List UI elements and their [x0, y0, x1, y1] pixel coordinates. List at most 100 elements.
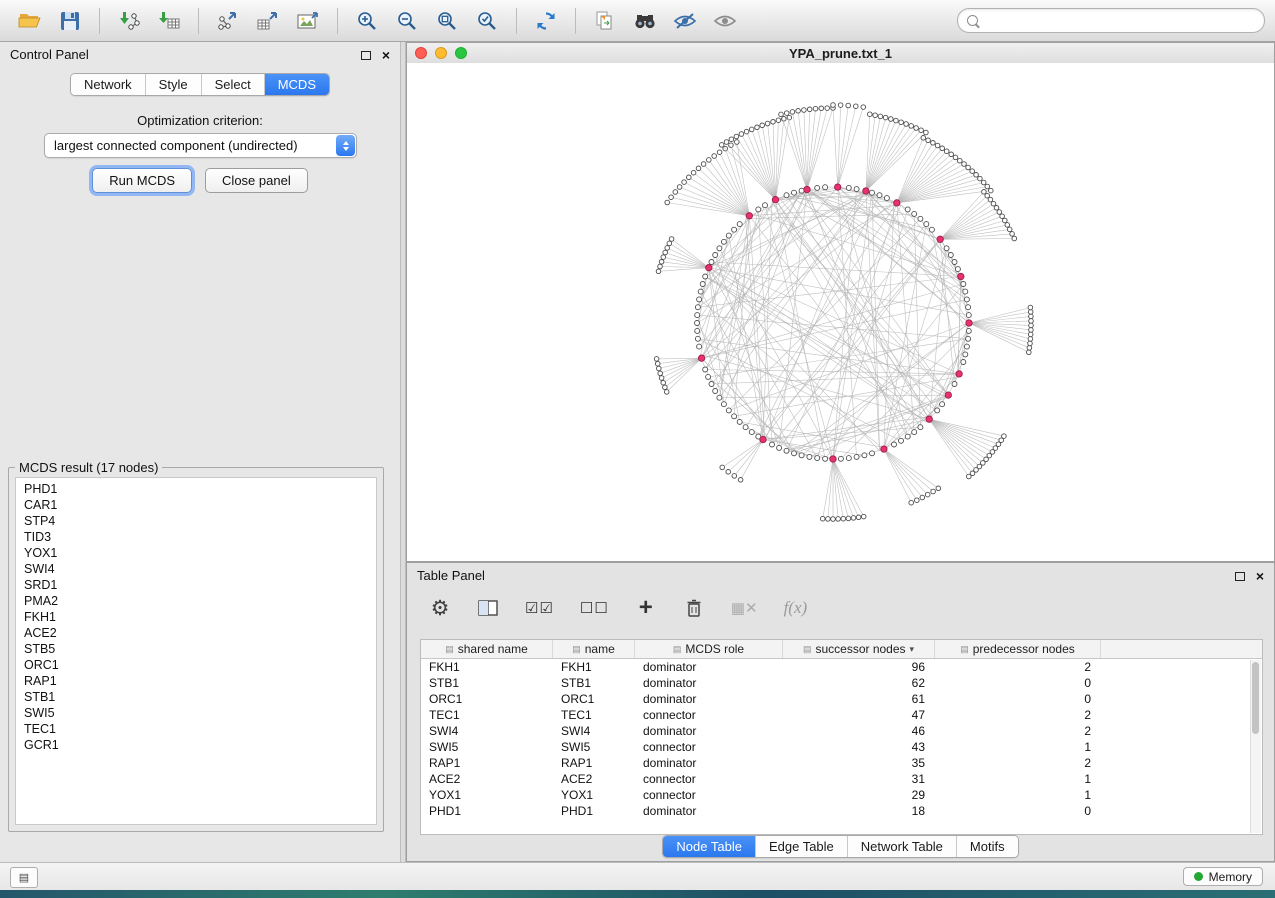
select-all-rows-icon[interactable]: ☑☑ — [525, 595, 554, 621]
import-network-from-file-icon[interactable] — [111, 6, 147, 36]
result-node[interactable]: SWI5 — [16, 705, 376, 721]
search-field[interactable] — [957, 8, 1265, 33]
result-node[interactable]: PHD1 — [16, 481, 376, 497]
optimization-criterion-label: Optimization criterion: — [0, 113, 400, 128]
result-node[interactable]: STP4 — [16, 513, 376, 529]
column-label: successor nodes — [815, 642, 905, 656]
minimize-window-icon[interactable] — [435, 47, 447, 59]
search-input[interactable] — [985, 12, 1255, 29]
save-session-icon[interactable] — [52, 6, 88, 36]
copy-document-icon[interactable] — [587, 6, 623, 36]
zoom-out-icon[interactable] — [389, 6, 425, 36]
result-node[interactable]: PMA2 — [16, 593, 376, 609]
table-row[interactable]: TEC1TEC1connector472 — [421, 707, 1262, 723]
tab-select[interactable]: Select — [201, 74, 264, 95]
result-node[interactable]: STB1 — [16, 689, 376, 705]
result-node[interactable]: ORC1 — [16, 657, 376, 673]
table-row[interactable]: YOX1YOX1connector291 — [421, 787, 1262, 803]
close-panel-button[interactable]: Close panel — [205, 168, 308, 193]
maximize-window-icon[interactable] — [455, 47, 467, 59]
result-node[interactable]: TID3 — [16, 529, 376, 545]
table-row[interactable]: SWI4SWI4dominator462 — [421, 723, 1262, 739]
table-cell: dominator — [635, 724, 783, 738]
show-columns-icon[interactable] — [477, 595, 499, 621]
column-header-name[interactable]: ▤name — [553, 640, 635, 658]
tab-style[interactable]: Style — [145, 74, 201, 95]
table-row[interactable]: ORC1ORC1dominator610 — [421, 691, 1262, 707]
run-mcds-button[interactable]: Run MCDS — [92, 168, 192, 193]
zoom-selected-region-icon[interactable] — [469, 6, 505, 36]
table-cell: TEC1 — [421, 708, 553, 722]
column-header-predecessor-nodes[interactable]: ▤predecessor nodes — [935, 640, 1101, 658]
hide-graphics-details-icon[interactable] — [667, 6, 703, 36]
zoom-in-icon[interactable] — [349, 6, 385, 36]
refresh-view-icon[interactable] — [528, 6, 564, 36]
result-node[interactable]: CAR1 — [16, 497, 376, 513]
result-node[interactable]: FKH1 — [16, 609, 376, 625]
table-row[interactable]: RAP1RAP1dominator352 — [421, 755, 1262, 771]
mcds-result-title: MCDS result (17 nodes) — [15, 460, 162, 475]
result-node[interactable]: TEC1 — [16, 721, 376, 737]
close-table-panel-icon[interactable]: × — [1256, 569, 1264, 583]
float-table-panel-icon[interactable] — [1235, 572, 1245, 581]
column-header-successor-nodes[interactable]: ▤successor nodes▾ — [783, 640, 935, 658]
search-network-icon[interactable] — [627, 6, 663, 36]
tab-motifs[interactable]: Motifs — [956, 836, 1018, 857]
network-window-titlebar[interactable]: YPA_prune.txt_1 — [407, 43, 1274, 64]
table-row[interactable]: PHD1PHD1dominator180 — [421, 803, 1262, 819]
table-row[interactable]: ACE2ACE2connector311 — [421, 771, 1262, 787]
export-table-icon[interactable] — [250, 6, 286, 36]
optimization-select[interactable]: largest connected component (undirected) — [44, 133, 357, 158]
add-row-icon[interactable]: + — [635, 595, 657, 621]
table-toolbar: ⚙ ☑☑ ☐☐ + ▦✕ f(x) — [407, 589, 1274, 627]
export-image-icon[interactable] — [290, 6, 326, 36]
table-cell: connector — [635, 740, 783, 754]
show-graphics-details-icon[interactable] — [707, 6, 743, 36]
panel-list-icon[interactable]: ▤ — [10, 867, 38, 888]
network-graph[interactable] — [407, 63, 1274, 561]
table-cell: 2 — [935, 756, 1101, 770]
tab-mcds[interactable]: MCDS — [264, 74, 329, 95]
delete-selected-rows-icon[interactable] — [683, 595, 705, 621]
desktop-wallpaper-strip — [0, 890, 1275, 898]
table-panel-title: Table Panel — [417, 568, 485, 583]
function-builder-icon[interactable]: f(x) — [784, 595, 808, 621]
table-settings-gear-icon[interactable]: ⚙ — [429, 595, 451, 621]
column-header-filler — [1101, 640, 1262, 658]
tab-node-table[interactable]: Node Table — [663, 836, 755, 857]
table-scrollbar[interactable] — [1250, 660, 1261, 833]
export-network-icon[interactable] — [210, 6, 246, 36]
result-node[interactable]: ACE2 — [16, 625, 376, 641]
tab-edge-table[interactable]: Edge Table — [755, 836, 847, 857]
deselect-all-rows-icon[interactable]: ☐☐ — [580, 595, 609, 621]
result-node[interactable]: STB5 — [16, 641, 376, 657]
table-row[interactable]: SWI5SWI5connector431 — [421, 739, 1262, 755]
result-node[interactable]: GCR1 — [16, 737, 376, 753]
main-toolbar — [0, 0, 1275, 42]
delete-columns-icon[interactable]: ▦✕ — [731, 595, 758, 621]
tab-network-table[interactable]: Network Table — [847, 836, 956, 857]
scrollbar-thumb[interactable] — [1252, 662, 1259, 734]
network-canvas[interactable] — [407, 63, 1274, 561]
column-header-MCDS-role[interactable]: ▤MCDS role — [635, 640, 783, 658]
result-node[interactable]: SWI4 — [16, 561, 376, 577]
table-cell: dominator — [635, 660, 783, 674]
zoom-fit-content-icon[interactable] — [429, 6, 465, 36]
tab-network[interactable]: Network — [71, 74, 145, 95]
result-node[interactable]: RAP1 — [16, 673, 376, 689]
result-node[interactable]: SRD1 — [16, 577, 376, 593]
table-cell: SWI4 — [553, 724, 635, 738]
status-bar: ▤ Memory — [0, 862, 1275, 890]
window-controls — [415, 47, 467, 59]
column-header-shared-name[interactable]: ▤shared name — [421, 640, 553, 658]
result-node[interactable]: YOX1 — [16, 545, 376, 561]
open-file-icon[interactable] — [12, 6, 48, 36]
table-row[interactable]: STB1STB1dominator620 — [421, 675, 1262, 691]
table-row[interactable]: FKH1FKH1dominator962 — [421, 659, 1262, 675]
mcds-result-list[interactable]: PHD1CAR1STP4TID3YOX1SWI4SRD1PMA2FKH1ACE2… — [15, 477, 377, 825]
close-panel-icon[interactable]: × — [382, 48, 390, 62]
memory-button[interactable]: Memory — [1183, 867, 1263, 886]
float-panel-icon[interactable] — [361, 51, 371, 60]
close-window-icon[interactable] — [415, 47, 427, 59]
import-table-from-file-icon[interactable] — [151, 6, 187, 36]
